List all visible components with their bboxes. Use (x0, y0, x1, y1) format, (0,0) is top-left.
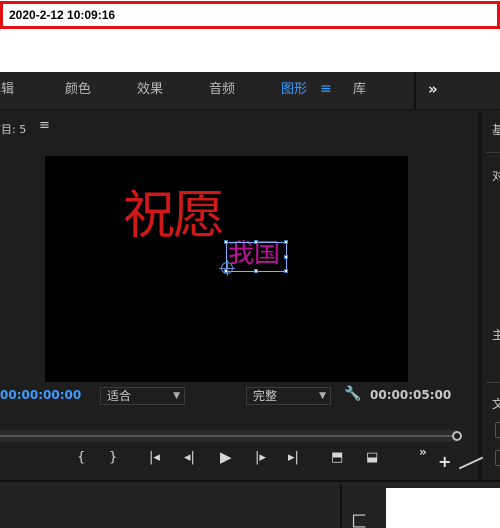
go-to-in-button[interactable]: |◂ (149, 450, 160, 466)
bottom-divider[interactable] (340, 484, 342, 528)
tool-icon[interactable]: 匚 (351, 508, 367, 528)
quality-select-value: 完整 (253, 389, 278, 403)
title-text-large[interactable]: 祝愿 (123, 186, 225, 246)
selection-box[interactable] (226, 242, 287, 272)
chevron-down-icon: ▼ (173, 391, 180, 401)
section-label: 文 (492, 397, 500, 411)
divider (486, 152, 500, 153)
timestamp-text: 2020-2-12 10:09:16 (9, 8, 116, 22)
font-select[interactable] (495, 422, 500, 438)
resize-handle[interactable] (254, 269, 258, 273)
divider (486, 382, 500, 383)
section-label: 对 (492, 169, 500, 183)
resize-handle[interactable] (254, 240, 258, 244)
font-style-select[interactable] (495, 450, 500, 466)
playhead-track[interactable] (0, 430, 462, 442)
tab-edit[interactable]: 编辑 (0, 82, 14, 98)
overlay-region (386, 488, 500, 528)
zoom-select-value: 适合 (107, 389, 132, 403)
panel-label: 基 (492, 123, 500, 137)
tabs-divider (414, 72, 416, 110)
chevron-down-icon: ▼ (319, 391, 326, 401)
tab-audio[interactable]: 音频 (209, 82, 235, 98)
timestamp-highlight: 2020-2-12 10:09:16 (0, 1, 500, 29)
resize-handle[interactable] (284, 240, 288, 244)
current-timecode[interactable]: 00:00:00:00 (0, 388, 81, 402)
go-to-out-button[interactable]: ▸| (288, 450, 299, 466)
tab-effects[interactable]: 效果 (137, 82, 163, 98)
section-label: 主 (492, 328, 500, 342)
step-forward-button[interactable]: |▸ (255, 450, 266, 466)
zoom-select[interactable]: 适合 ▼ (100, 387, 185, 405)
track-line (0, 435, 454, 437)
tab-graphics[interactable]: 图形 (281, 82, 307, 98)
app-root: 2020-2-12 10:09:16 编辑 颜色 效果 音频 图形 ≡ 库 » … (0, 0, 500, 528)
duration-timecode: 00:00:05:00 (370, 388, 452, 402)
essential-graphics-panel: 基 对 主 文 (482, 112, 500, 480)
workspace-tabs: 编辑 颜色 效果 音频 图形 ≡ 库 » (0, 72, 500, 110)
panel-menu-icon[interactable]: ≡ (39, 118, 50, 133)
program-monitor: 节目: 5 ≡ 祝愿 我国 00:00:00:00 适合 ▼ 完整 ▼ 🔧 00… (0, 112, 478, 478)
mark-out-button[interactable]: } (109, 450, 117, 466)
tab-libraries[interactable]: 库 (353, 82, 366, 98)
anchor-point-icon[interactable] (219, 260, 235, 276)
more-controls-icon[interactable]: » (419, 445, 427, 459)
wrench-icon[interactable]: 🔧 (344, 386, 361, 402)
tab-color[interactable]: 颜色 (65, 82, 91, 98)
video-preview[interactable]: 祝愿 我国 (45, 156, 408, 382)
resize-handle[interactable] (284, 269, 288, 273)
extract-button[interactable]: ⬓ (366, 450, 378, 466)
lift-button[interactable]: ⬒ (331, 450, 343, 466)
quality-select[interactable]: 完整 ▼ (246, 387, 331, 405)
mark-in-button[interactable]: { (77, 450, 85, 466)
workspace-menu-icon[interactable]: ≡ (320, 81, 332, 97)
step-back-button[interactable]: ◂| (184, 450, 195, 466)
panel-title[interactable]: 节目: 5 (0, 121, 26, 137)
button-editor-icon[interactable]: + (438, 452, 451, 471)
play-button[interactable]: ▶ (220, 449, 232, 465)
resize-handle[interactable] (284, 255, 288, 259)
more-workspaces-icon[interactable]: » (428, 80, 438, 98)
resize-handle[interactable] (224, 240, 228, 244)
track-end-handle[interactable] (452, 431, 462, 441)
timestamp-area: 2020-2-12 10:09:16 (0, 0, 500, 72)
